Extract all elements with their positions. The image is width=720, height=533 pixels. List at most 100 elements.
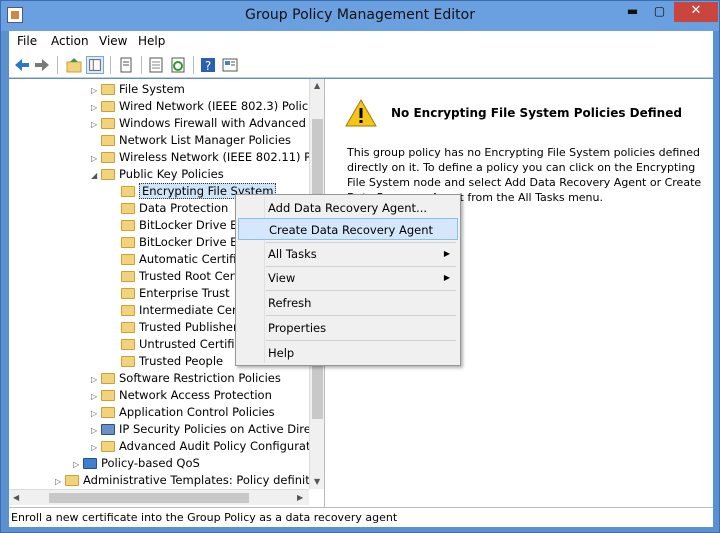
menu-bar: File Action View Help [9, 31, 713, 52]
maximize-button[interactable]: ▢ [646, 2, 673, 22]
menu-action[interactable]: Action [51, 34, 89, 48]
expand-arrow-icon[interactable]: ▷ [91, 422, 101, 439]
forward-icon[interactable] [33, 56, 51, 74]
tree-item-intermediate-cert[interactable]: Intermediate Certi [121, 302, 244, 319]
tree-item-administrative-templates[interactable]: ▷ Administrative Templates: Policy defini… [55, 472, 324, 490]
tree-item-advanced-audit[interactable]: ▷ Advanced Audit Policy Configuration [91, 438, 324, 456]
bar-chart-icon [83, 458, 97, 469]
expand-arrow-icon[interactable]: ▷ [91, 388, 101, 405]
tree-item-network-list-manager[interactable]: Network List Manager Policies [91, 132, 291, 149]
expand-arrow-icon[interactable]: ▷ [91, 405, 101, 422]
scroll-left-icon[interactable]: ◀ [13, 493, 19, 502]
svg-text:?: ? [205, 59, 211, 73]
folder-icon [101, 407, 115, 418]
expand-arrow-icon[interactable]: ▷ [91, 439, 101, 456]
tree-item-public-key-policies[interactable]: ◢ Public Key Policies [91, 166, 224, 183]
network-policy-icon [101, 101, 115, 112]
folder-icon [101, 84, 115, 95]
folder-icon [101, 390, 115, 401]
status-bar: Enroll a new certificate into the Group … [9, 507, 713, 527]
window-title: Group Policy Management Editor [245, 7, 475, 23]
tree-item-bitlocker-2[interactable]: BitLocker Drive Enc [121, 234, 251, 251]
menu-item-help[interactable]: Help [238, 342, 458, 364]
expand-arrow-icon[interactable]: ▷ [55, 473, 65, 490]
scroll-down-icon[interactable]: ▼ [314, 477, 320, 486]
menu-item-properties[interactable]: Properties [238, 317, 458, 339]
folder-icon [65, 475, 79, 486]
menu-separator [266, 290, 456, 291]
refresh-icon[interactable] [169, 56, 187, 74]
export-list-icon[interactable] [147, 56, 165, 74]
scroll-up-icon[interactable]: ▲ [314, 81, 320, 90]
signal-bars-icon [101, 152, 115, 163]
expand-arrow-icon[interactable]: ▷ [91, 99, 101, 116]
menu-item-create-data-recovery-agent[interactable]: Create Data Recovery Agent [238, 218, 458, 240]
warning-icon [345, 99, 377, 127]
menu-item-all-tasks[interactable]: All Tasks ▶ [238, 243, 458, 265]
expand-arrow-icon[interactable]: ▷ [91, 82, 101, 99]
tree-horizontal-scrollbar[interactable]: ◀ ▶ [9, 489, 309, 505]
folder-icon [121, 339, 135, 350]
properties-icon[interactable] [221, 56, 239, 74]
folder-icon [121, 220, 135, 231]
folder-icon [121, 271, 135, 282]
folder-icon [121, 237, 135, 248]
menu-view[interactable]: View [99, 34, 127, 48]
expand-arrow-icon[interactable]: ▷ [91, 150, 101, 167]
close-button[interactable]: ✕ [674, 2, 718, 22]
folder-icon [121, 203, 135, 214]
submenu-arrow-icon: ▶ [443, 249, 450, 258]
tree-item-software-restriction[interactable]: ▷ Software Restriction Policies [91, 370, 281, 387]
folder-icon [121, 322, 135, 333]
expand-arrow-icon[interactable]: ▷ [91, 116, 101, 133]
menu-separator [266, 340, 456, 341]
context-menu: Add Data Recovery Agent... Create Data R… [235, 194, 461, 366]
tree-item-ip-security[interactable]: ▷ IP Security Policies on Active Directo [91, 421, 324, 439]
tree-item-trusted-publishers[interactable]: Trusted Publishers [121, 319, 244, 336]
tree-item-trusted-root[interactable]: Trusted Root Certi [121, 268, 242, 285]
folder-icon [101, 373, 115, 384]
tree-item-application-control[interactable]: ▷ Application Control Policies [91, 404, 275, 421]
folder-icon [101, 135, 115, 146]
minimize-button[interactable]: ▬ [619, 2, 646, 22]
folder-icon [101, 118, 115, 129]
tree-item-wireless-network[interactable]: ▷ Wireless Network (IEEE 802.11) Polici [91, 149, 324, 167]
tree-item-windows-firewall[interactable]: ▷ Windows Firewall with Advanced Sec [91, 115, 324, 133]
menu-file[interactable]: File [17, 34, 37, 48]
toolbar: ? [9, 52, 713, 78]
title-bar[interactable]: Group Policy Management Editor ▬ ▢ ✕ [1, 1, 719, 31]
tree-item-untrusted-cert[interactable]: Untrusted Certifica [121, 336, 248, 353]
up-folder-icon[interactable] [65, 56, 83, 74]
back-icon[interactable] [13, 56, 31, 74]
toolbar-separator [110, 56, 111, 74]
horizontal-scroll-thumb[interactable] [49, 493, 249, 503]
toolbar-separator [141, 56, 142, 74]
menu-help[interactable]: Help [138, 34, 165, 48]
expand-arrow-icon[interactable]: ▷ [73, 456, 83, 473]
tree-item-automatic-certificate[interactable]: Automatic Certific [121, 251, 243, 268]
folder-icon [101, 441, 115, 452]
app-window: Group Policy Management Editor ▬ ▢ ✕ Fil… [0, 0, 720, 533]
toolbar-separator [193, 56, 194, 74]
tree-item-network-access-protection[interactable]: ▷ Network Access Protection [91, 387, 272, 404]
expand-arrow-icon[interactable]: ▷ [91, 371, 101, 388]
tree-item-file-system[interactable]: ▷ File System [91, 81, 185, 98]
menu-item-add-data-recovery-agent[interactable]: Add Data Recovery Agent... [238, 197, 458, 219]
submenu-arrow-icon: ▶ [443, 273, 450, 282]
tree-item-bitlocker-1[interactable]: BitLocker Drive Enc [121, 217, 251, 234]
show-hide-tree-icon[interactable] [86, 56, 104, 74]
scroll-right-icon[interactable]: ▶ [297, 493, 303, 502]
folder-icon [121, 305, 135, 316]
tree-item-enterprise-trust[interactable]: Enterprise Trust [121, 285, 230, 302]
folder-icon [121, 186, 135, 197]
copy-icon[interactable] [117, 56, 135, 74]
menu-item-view[interactable]: View ▶ [238, 267, 458, 289]
tree-item-wired-network[interactable]: ▷ Wired Network (IEEE 802.3) Policies [91, 98, 324, 115]
tree-item-policy-based-qos[interactable]: ▷ Policy-based QoS [73, 455, 200, 472]
tree-item-data-protection[interactable]: Data Protection [121, 200, 228, 217]
collapse-arrow-icon[interactable]: ◢ [91, 167, 101, 184]
menu-item-refresh[interactable]: Refresh [238, 292, 458, 314]
tree-item-trusted-people[interactable]: Trusted People [121, 353, 223, 370]
toolbar-separator [57, 56, 58, 74]
help-icon[interactable]: ? [199, 56, 217, 74]
